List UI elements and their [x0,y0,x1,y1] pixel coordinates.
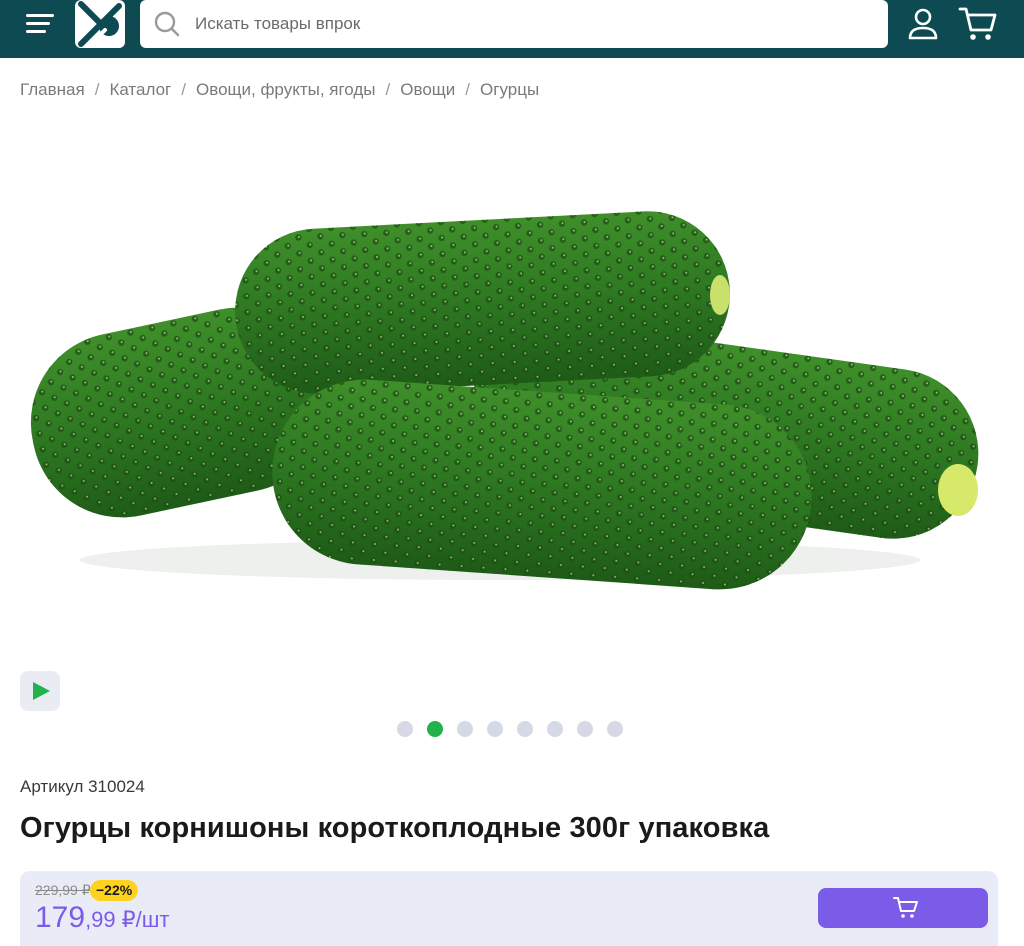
add-to-cart-button[interactable] [818,888,988,928]
product-image[interactable] [0,120,1024,660]
gallery-dot[interactable] [487,721,503,737]
discount-badge: −22% [90,880,139,901]
play-icon [33,682,50,700]
gallery-dot-active[interactable] [427,721,443,737]
price-panel: 229,99 ₽ −22% 179,99 ₽/шт [20,871,998,946]
current-price: 179,99 ₽/шт [35,901,170,935]
search-bar[interactable] [140,0,888,48]
product-title: Огурцы корнишоны короткоплодные 300г упа… [20,812,770,844]
user-icon[interactable] [905,6,941,42]
gallery-pagination [397,721,623,737]
video-play-button[interactable] [20,671,60,711]
breadcrumb-separator: / [181,80,186,99]
breadcrumb-link-produce[interactable]: Овощи, фрукты, ягоды [196,80,376,100]
gallery-dot[interactable] [397,721,413,737]
breadcrumb-link-vegetables[interactable]: Овощи [400,80,455,100]
product-sku: Артикул 310024 [20,777,145,796]
breadcrumb-separator: / [385,80,391,99]
gallery-dot[interactable] [517,721,533,737]
price-unit: ₽/шт [121,907,170,932]
breadcrumb-link-home[interactable]: Главная [20,80,85,100]
brand-logo-icon[interactable] [75,0,125,48]
gallery-dot[interactable] [607,721,623,737]
breadcrumb-link-cucumbers[interactable]: Огурцы [480,80,539,100]
search-input[interactable] [195,0,865,48]
breadcrumb: Главная / Каталог / Овощи, фрукты, ягоды… [20,78,539,102]
breadcrumb-link-catalog[interactable]: Каталог [109,80,171,100]
hamburger-menu-icon[interactable] [26,12,58,36]
cart-icon[interactable] [957,4,999,44]
search-icon[interactable] [154,11,180,37]
gallery-dot[interactable] [457,721,473,737]
gallery-dot[interactable] [547,721,563,737]
cart-icon [893,897,918,918]
gallery-dot[interactable] [577,721,593,737]
price-rubles: 179 [35,901,86,934]
top-bar [0,0,1024,58]
breadcrumb-separator: / [465,80,471,99]
price-kopecks: ,99 [85,907,116,932]
breadcrumb-separator: / [94,80,100,99]
old-price: 229,99 ₽ [35,882,91,898]
